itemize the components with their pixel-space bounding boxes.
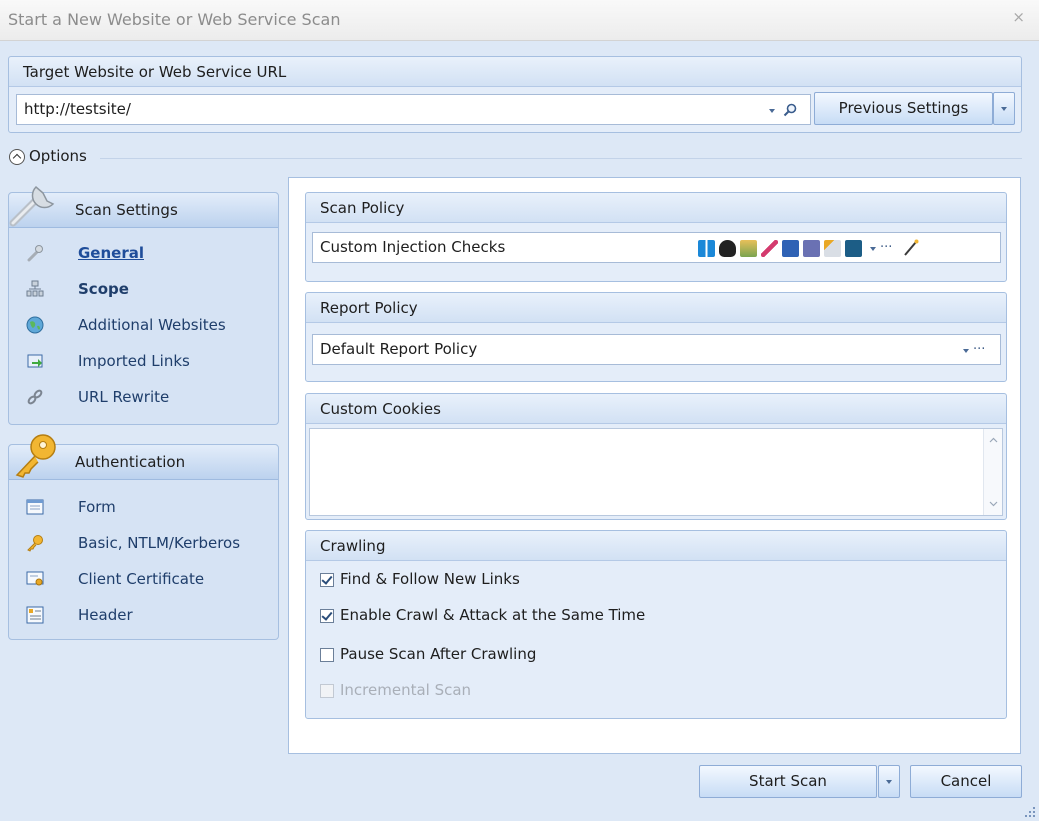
search-icon[interactable] xyxy=(783,103,797,117)
authentication-header[interactable]: Authentication xyxy=(9,434,278,480)
windows-icon xyxy=(698,240,715,257)
window-title: Start a New Website or Web Service Scan xyxy=(8,10,341,29)
find-follow-links-checkbox[interactable] xyxy=(320,573,334,587)
sidebar-item-label: Client Certificate xyxy=(78,570,205,588)
pause-after-crawling-checkbox[interactable] xyxy=(320,648,334,662)
globe-icon xyxy=(26,316,44,334)
find-follow-links-label: Find & Follow New Links xyxy=(340,570,520,588)
feather-icon xyxy=(761,240,778,257)
custom-cookies-textarea[interactable] xyxy=(309,428,1003,516)
title-bar: Start a New Website or Web Service Scan … xyxy=(0,0,1039,41)
report-policy-select[interactable]: Default Report Policy ··· xyxy=(312,334,1001,365)
linux-penguin-icon xyxy=(719,240,736,257)
url-dropdown-icon[interactable] xyxy=(769,109,775,113)
sidebar-item-label: Scope xyxy=(78,280,129,298)
target-url-header: Target Website or Web Service URL xyxy=(9,57,1021,87)
magic-wand-icon[interactable] xyxy=(903,239,919,257)
certificate-icon xyxy=(26,571,44,586)
scan-policy-group: Scan Policy Custom Injection Checks ··· xyxy=(305,192,1007,282)
key-icon xyxy=(27,535,43,552)
scan-dialog: Start a New Website or Web Service Scan … xyxy=(0,0,1039,821)
form-icon xyxy=(26,499,44,515)
wrench-icon xyxy=(27,245,43,262)
sidebar-item-label: Header xyxy=(78,606,133,624)
report-policy-value: Default Report Policy xyxy=(320,340,478,358)
custom-cookies-group: Custom Cookies xyxy=(305,393,1007,520)
scan-settings-header[interactable]: Scan Settings xyxy=(9,185,278,228)
sidebar-item-label: URL Rewrite xyxy=(78,388,170,406)
scope-tree-icon xyxy=(26,280,44,297)
sidebar-item-label: Basic, NTLM/Kerberos xyxy=(78,534,241,552)
start-scan-label: Start Scan xyxy=(749,772,827,790)
database-icon xyxy=(740,240,757,257)
report-policy-dropdown-icon[interactable] xyxy=(963,349,969,353)
cancel-label: Cancel xyxy=(940,772,992,790)
sidebar-item-basic-ntlm-kerberos[interactable]: Basic, NTLM/Kerberos xyxy=(9,529,278,559)
options-divider xyxy=(100,158,1022,159)
sidebar-item-form[interactable]: Form xyxy=(9,493,278,523)
report-policy-header: Report Policy xyxy=(306,293,1006,323)
authentication-title: Authentication xyxy=(75,453,186,471)
crawl-attack-same-time-checkbox[interactable] xyxy=(320,609,334,623)
scroll-up-icon[interactable] xyxy=(989,437,998,443)
options-label: Options xyxy=(29,147,87,165)
chevron-down-icon xyxy=(886,780,892,784)
sidebar-item-general[interactable]: General xyxy=(9,239,278,269)
scan-policy-dropdown-icon[interactable] xyxy=(870,247,876,251)
collapse-icon[interactable] xyxy=(9,149,25,165)
pause-after-crawling-label: Pause Scan After Crawling xyxy=(340,645,537,663)
asp-net-icon xyxy=(782,240,799,257)
cancel-button[interactable]: Cancel xyxy=(910,765,1022,798)
sidebar-item-label: Additional Websites xyxy=(78,316,226,334)
settings-content: Scan Policy Custom Injection Checks ··· xyxy=(288,177,1021,754)
chain-link-icon xyxy=(27,389,43,405)
previous-settings-dropdown[interactable] xyxy=(993,92,1015,125)
authentication-panel: Authentication Form Basic, NTLM/Kerberos xyxy=(8,434,279,640)
start-scan-button[interactable]: Start Scan xyxy=(699,765,877,798)
sidebar-item-client-certificate[interactable]: Client Certificate xyxy=(9,565,278,595)
sidebar-item-url-rewrite[interactable]: URL Rewrite xyxy=(9,383,278,413)
previous-settings-label: Previous Settings xyxy=(838,99,969,117)
import-links-icon xyxy=(27,354,43,368)
incremental-scan-checkbox xyxy=(320,684,334,698)
key-large-icon xyxy=(15,434,56,478)
start-scan-dropdown[interactable] xyxy=(878,765,900,798)
wrench-large-icon xyxy=(9,185,55,227)
sidebar-item-label: General xyxy=(78,244,144,262)
previous-settings-button[interactable]: Previous Settings xyxy=(814,92,993,125)
url-input[interactable]: http://testsite/ xyxy=(16,94,811,125)
close-icon[interactable]: × xyxy=(1012,8,1025,26)
scroll-down-icon[interactable] xyxy=(989,501,998,507)
scan-settings-panel: Scan Settings General Scope Additional W… xyxy=(8,185,279,425)
crawl-attack-same-time-label: Enable Crawl & Attack at the Same Time xyxy=(340,606,646,624)
crawling-header: Crawling xyxy=(306,531,1006,561)
header-icon xyxy=(26,606,44,624)
scan-policy-select[interactable]: Custom Injection Checks ··· xyxy=(312,232,1001,263)
sidebar-item-additional-websites[interactable]: Additional Websites xyxy=(9,311,278,341)
custom-cookies-header: Custom Cookies xyxy=(306,394,1006,424)
scan-policy-value: Custom Injection Checks xyxy=(320,238,506,256)
sidebar-item-header[interactable]: Header xyxy=(9,601,278,631)
crawling-group: Crawling Find & Follow New Links Enable … xyxy=(305,530,1007,719)
cookies-scrollbar[interactable] xyxy=(983,429,1002,515)
url-input-value: http://testsite/ xyxy=(24,100,131,118)
mysql-icon xyxy=(845,240,862,257)
sidebar-item-imported-links[interactable]: Imported Links xyxy=(9,347,278,377)
sidebar-item-label: Imported Links xyxy=(78,352,190,370)
resize-grip[interactable] xyxy=(1023,805,1035,817)
report-policy-group: Report Policy Default Report Policy ··· xyxy=(305,292,1007,382)
report-policy-more-button[interactable]: ··· xyxy=(973,335,985,364)
scan-policy-header: Scan Policy xyxy=(306,193,1006,223)
sidebar-item-scope[interactable]: Scope xyxy=(9,275,278,305)
scan-settings-title: Scan Settings xyxy=(75,201,178,219)
scan-policy-more-button[interactable]: ··· xyxy=(880,233,892,262)
incremental-scan-label: Incremental Scan xyxy=(340,681,472,699)
xml-sitemap-icon xyxy=(824,240,841,257)
php-icon xyxy=(803,240,820,257)
chevron-down-icon xyxy=(1001,107,1007,111)
sidebar-item-label: Form xyxy=(78,498,116,516)
target-url-group: Target Website or Web Service URL http:/… xyxy=(8,56,1022,133)
